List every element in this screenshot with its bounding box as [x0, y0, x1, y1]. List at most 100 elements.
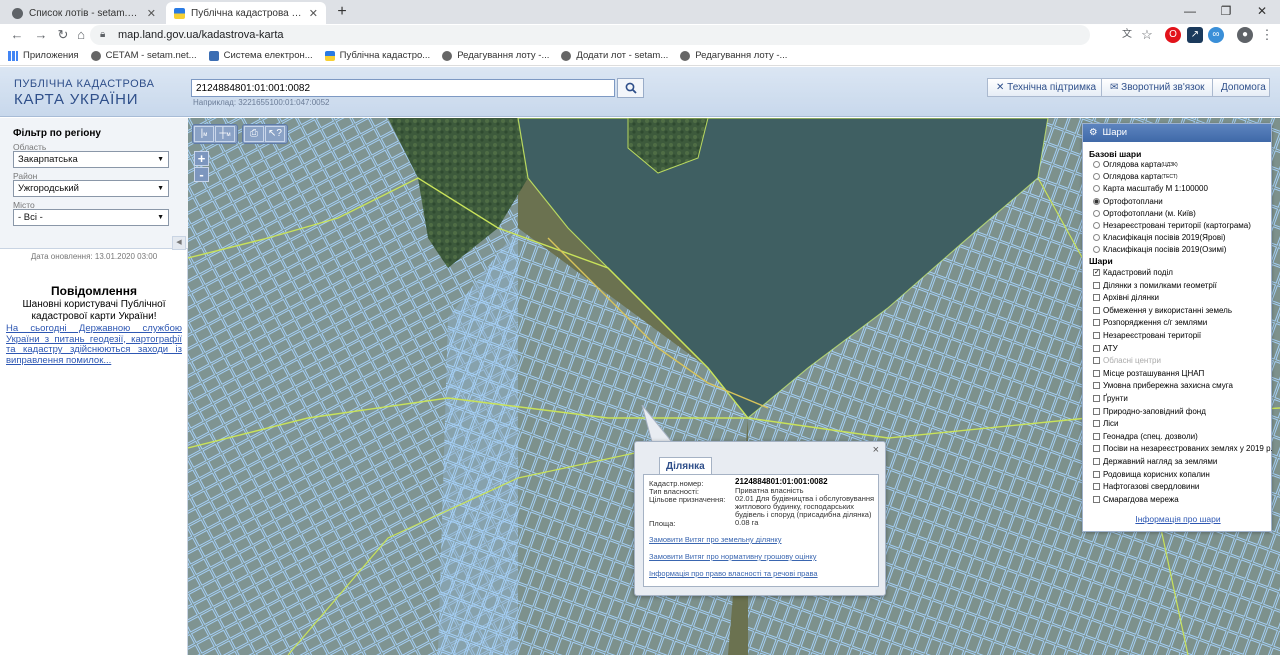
identify-cursor-icon[interactable]: ↖? [265, 126, 285, 142]
bookmark-apps[interactable]: Приложения [8, 50, 79, 61]
radio-button[interactable] [1093, 161, 1100, 168]
city-select[interactable]: - Всі - ▼ [13, 209, 169, 226]
layer-option[interactable]: Державний нагляд за землями [1093, 457, 1217, 466]
checkbox[interactable] [1093, 332, 1100, 339]
browser-tab-setam[interactable]: Список лотів - setam.net.ua ✕ [4, 2, 164, 24]
layer-option[interactable]: Умовна прибережна захисна смуга [1093, 381, 1233, 390]
vpn-extension-icon[interactable]: ∞ [1208, 27, 1224, 43]
layer-option[interactable]: Ліси [1093, 419, 1119, 428]
bookmark-star-icon[interactable]: ☆ [1138, 26, 1156, 44]
radio-button[interactable] [1093, 173, 1100, 181]
layer-option[interactable]: Ділянки з помилками геометрії [1093, 281, 1217, 290]
opera-extension-icon[interactable]: O [1165, 27, 1181, 43]
close-tab-icon[interactable]: ✕ [147, 7, 156, 20]
checkbox[interactable] [1093, 495, 1100, 503]
checkbox[interactable] [1093, 407, 1100, 415]
bookmark-system[interactable]: Система електрон... [208, 50, 313, 61]
notice-link[interactable]: На сьогодні Державною службою України з … [6, 323, 182, 366]
feedback-button[interactable]: ✉ Зворотний зв'язок [1101, 78, 1214, 97]
bookmark-add-lot[interactable]: Додати лот - setam... [561, 50, 668, 61]
base-layer-option[interactable]: Класифікація посівів 2019(Ярові) [1093, 233, 1226, 242]
layer-option[interactable]: Природно-заповідний фонд [1093, 407, 1206, 416]
radio-button[interactable] [1093, 209, 1100, 217]
base-layer-option[interactable]: Класифікація посівів 2019(Озимі) [1093, 245, 1226, 254]
checkbox[interactable] [1093, 344, 1100, 352]
radio-button[interactable] [1093, 185, 1100, 193]
checkbox[interactable] [1093, 306, 1100, 314]
radio-button[interactable] [1093, 197, 1100, 205]
checkbox[interactable] [1093, 369, 1100, 377]
rayon-select[interactable]: Ужгородський ▼ [13, 180, 169, 197]
profile-avatar-icon[interactable]: ● [1237, 27, 1253, 43]
layer-option[interactable]: Ґрунти [1093, 394, 1128, 403]
extension-icon[interactable]: ↗ [1187, 27, 1203, 43]
browser-tab-kadastr[interactable]: Публічна кадастрова карта Укр ✕ [166, 2, 326, 24]
close-window-icon[interactable]: ✕ [1244, 0, 1280, 24]
close-tab-icon[interactable]: ✕ [309, 7, 318, 20]
back-icon[interactable]: ← [8, 26, 26, 44]
layer-option[interactable]: Обласні центри [1093, 356, 1161, 365]
layer-option[interactable]: АТУ [1093, 344, 1118, 353]
ownership-rights-link[interactable]: Інформація про право власності та речові… [649, 569, 818, 578]
maximize-icon[interactable]: ❐ [1208, 0, 1244, 24]
translate-icon[interactable]: 文 [1118, 26, 1136, 44]
layers-header[interactable]: ⚙ Шари [1083, 124, 1271, 142]
minimize-icon[interactable]: — [1172, 0, 1208, 24]
new-tab-button[interactable]: + [332, 2, 352, 22]
base-layer-option[interactable]: Карта масштабу М 1:100000 [1093, 184, 1208, 193]
layer-option[interactable]: Місце розташування ЦНАП [1093, 369, 1204, 378]
browser-menu-icon[interactable]: ⋮ [1258, 26, 1276, 44]
checkbox[interactable] [1093, 395, 1100, 402]
search-button[interactable] [617, 78, 644, 98]
collapse-panel-button[interactable]: ◀ [172, 236, 186, 250]
bookmark-edit-lot[interactable]: Редагування лоту -... [442, 50, 549, 61]
checkbox[interactable] [1093, 319, 1100, 327]
order-valuation-link[interactable]: Замовити Витяг про нормативну грошову оц… [649, 552, 816, 561]
measure-area-icon[interactable]: ┼м [215, 126, 235, 142]
base-layer-option[interactable]: Незареєстровані території (картограма) [1093, 221, 1251, 230]
checkbox[interactable] [1093, 382, 1100, 390]
base-layer-option[interactable]: Оглядова карта (ЦДЗК) [1093, 160, 1178, 169]
forward-icon[interactable]: → [32, 26, 50, 44]
layer-option[interactable]: Посіви на незареєстрованих землях у 2019… [1093, 444, 1273, 453]
site-logo[interactable]: ПУБЛІЧНА КАДАСТРОВА КАРТА УКРАЇНИ [14, 79, 154, 108]
radio-button[interactable] [1093, 222, 1100, 229]
zoom-in-button[interactable]: + [194, 151, 209, 166]
checkbox[interactable] [1093, 445, 1100, 453]
home-icon[interactable]: ⌂ [72, 26, 90, 44]
layer-option[interactable]: Розпорядження с/г землями [1093, 318, 1207, 327]
reload-icon[interactable]: ↻ [54, 26, 72, 44]
order-extract-link[interactable]: Замовити Витяг про земельну ділянку [649, 535, 782, 544]
checkbox[interactable] [1093, 483, 1100, 491]
help-button[interactable]: Допомога [1212, 78, 1270, 97]
close-popup-button[interactable]: × [873, 444, 879, 456]
zoom-out-button[interactable]: - [194, 167, 209, 182]
bookmark-setam[interactable]: СЕТАМ - setam.net... [90, 50, 197, 61]
layer-option[interactable]: ✓ Кадастровий поділ [1093, 268, 1173, 277]
print-icon[interactable]: ⎙ [244, 126, 264, 142]
layer-option[interactable]: Родовища корисних копалин [1093, 470, 1210, 479]
checkbox[interactable] [1093, 294, 1100, 302]
parcel-tab[interactable]: Ділянка [659, 457, 712, 474]
layer-option[interactable]: Обмеження у використанні земель [1093, 306, 1232, 315]
measure-distance-icon[interactable]: |м [194, 126, 214, 142]
support-button[interactable]: ✕ Технічна підтримка [987, 78, 1106, 97]
checkbox[interactable] [1093, 281, 1100, 289]
layer-option[interactable]: Незареєстровані території [1093, 331, 1201, 340]
bookmark-kadastr[interactable]: Публічна кадастро... [324, 50, 430, 61]
checkbox[interactable] [1093, 420, 1100, 428]
radio-button[interactable] [1093, 246, 1100, 254]
checkbox[interactable] [1093, 432, 1100, 440]
checkbox[interactable]: ✓ [1093, 269, 1100, 276]
radio-button[interactable] [1093, 234, 1100, 242]
checkbox[interactable] [1093, 470, 1100, 478]
base-layer-option[interactable]: Ортофотоплани (м. Київ) [1093, 209, 1196, 218]
bookmark-edit-lot-2[interactable]: Редагування лоту -... [680, 50, 787, 61]
layers-info-link[interactable]: Інформація про шари [1083, 514, 1273, 524]
layer-option[interactable]: Геонадра (спец. дозволи) [1093, 432, 1198, 441]
oblast-select[interactable]: Закарпатська ▼ [13, 151, 169, 168]
cadastral-search-input[interactable] [191, 79, 615, 97]
layer-option[interactable]: Смарагдова мережа [1093, 495, 1179, 504]
address-bar[interactable]: 🔒︎ map.land.gov.ua/kadastrova-karta [90, 25, 1090, 45]
base-layer-option[interactable]: Оглядова карта (ТЕСТ) [1093, 172, 1178, 181]
